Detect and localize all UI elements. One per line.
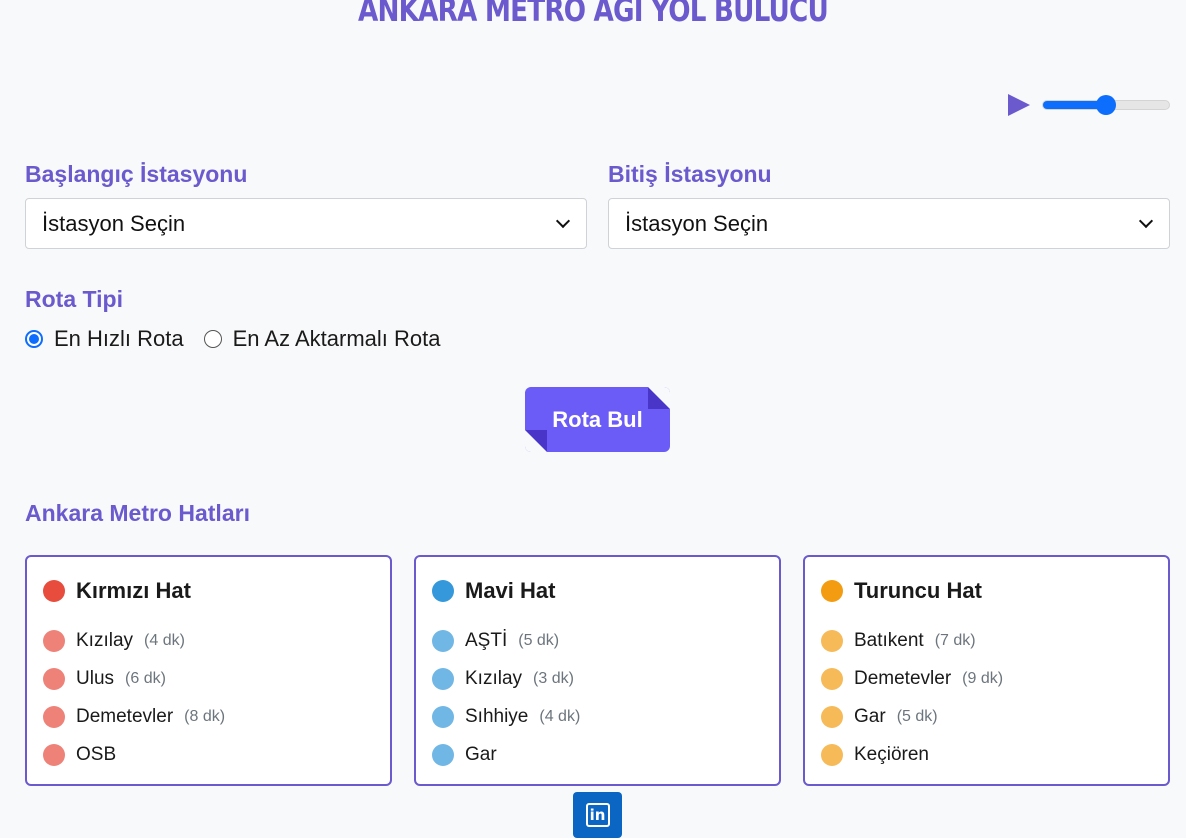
station-item: Sıhhiye (4 dk) xyxy=(432,698,779,736)
station-item: AŞTİ (5 dk) xyxy=(432,622,779,660)
station-time: (3 dk) xyxy=(533,670,574,687)
station-name: Kızılay xyxy=(465,668,523,689)
station-time: (5 dk) xyxy=(896,708,938,725)
station-dot xyxy=(821,630,843,652)
corner-fold xyxy=(648,387,670,409)
route-option-fewest-transfers[interactable]: En Az Aktarmalı Rota xyxy=(203,326,441,352)
line-header: Mavi Hat xyxy=(432,577,779,605)
station-dot xyxy=(821,668,843,690)
station-dot xyxy=(432,630,454,652)
line-header: Kırmızı Hat xyxy=(43,577,390,605)
line-color-dot xyxy=(432,580,454,602)
station-name: OSB xyxy=(76,744,117,765)
corner-fold xyxy=(525,430,547,452)
station-item: Kızılay (3 dk) xyxy=(432,660,779,698)
find-route-label: Rota Bul xyxy=(552,406,643,432)
station-item: OSB xyxy=(43,736,390,774)
station-dot xyxy=(43,668,65,690)
station-dot xyxy=(43,706,65,728)
metro-line-card: Turuncu Hat Batıkent (7 dk) Demetevler (9 dk… xyxy=(803,555,1170,786)
end-station-value: İstasyon Seçin xyxy=(625,210,769,236)
route-type-label: Rota Tipi xyxy=(25,286,123,312)
page-title: ANKARA METRO AĞI YOL BULUCU xyxy=(358,0,829,29)
line-name: Kırmızı Hat xyxy=(76,578,191,603)
station-name: Ulus xyxy=(76,668,115,689)
station-dot xyxy=(432,668,454,690)
station-time: (9 dk) xyxy=(962,670,1004,687)
station-time: (4 dk) xyxy=(144,632,185,649)
station-item: Batıkent (7 dk) xyxy=(821,622,1168,660)
station-list: Kızılay (4 dk) Ulus (6 dk) Demetevler (8 dk) O… xyxy=(43,622,390,774)
linkedin-icon: in xyxy=(585,803,610,827)
station-name: Gar xyxy=(465,744,497,765)
station-item: Ulus (6 dk) xyxy=(43,660,390,698)
station-name: Batıkent xyxy=(854,630,924,651)
station-item: Gar xyxy=(432,736,779,774)
station-item: Demetevler (9 dk) xyxy=(821,660,1168,698)
start-station-select[interactable]: İstasyon Seçin xyxy=(25,198,587,249)
station-time: (5 dk) xyxy=(518,632,560,649)
station-name: Gar xyxy=(854,706,886,727)
station-item: Kızılay (4 dk) xyxy=(43,622,390,660)
station-time: (7 dk) xyxy=(934,632,976,649)
station-item: Gar (5 dk) xyxy=(821,698,1168,736)
end-station-select[interactable]: İstasyon Seçin xyxy=(608,198,1170,249)
line-header: Turuncu Hat xyxy=(821,577,1168,605)
chevron-down-icon xyxy=(1138,213,1154,228)
station-dot xyxy=(432,744,454,766)
station-time: (6 dk) xyxy=(125,670,166,687)
station-name: Demetevler xyxy=(76,706,174,727)
station-item: Demetevler (8 dk) xyxy=(43,698,390,736)
route-type-options: En Hızlı Rota En Az Aktarmalı Rota xyxy=(25,326,460,352)
route-option-fastest[interactable]: En Hızlı Rota xyxy=(25,326,184,352)
play-icon[interactable] xyxy=(1008,94,1030,116)
line-color-dot xyxy=(43,580,65,602)
chevron-down-icon xyxy=(555,213,571,228)
station-name: Kızılay xyxy=(76,630,134,651)
metro-line-card: Mavi Hat AŞTİ (5 dk) Kızılay (3 dk) Sıhhiye (4… xyxy=(414,555,781,786)
station-item: Keçiören xyxy=(821,736,1168,774)
route-option-label: En Hızlı Rota xyxy=(54,326,184,351)
station-dot xyxy=(432,706,454,728)
radio-button[interactable] xyxy=(203,330,222,348)
station-time: (4 dk) xyxy=(539,708,581,725)
start-station-label: Başlangıç İstasyonu xyxy=(25,161,248,187)
line-name: Mavi Hat xyxy=(465,578,556,603)
radio-button[interactable] xyxy=(25,330,43,348)
station-dot xyxy=(821,706,843,728)
station-name: Sıhhiye xyxy=(465,706,529,727)
station-time: (8 dk) xyxy=(184,708,226,725)
end-station-label: Bitiş İstasyonu xyxy=(608,161,772,187)
volume-thumb[interactable] xyxy=(1096,95,1116,115)
station-name: Keçiören xyxy=(854,744,929,765)
station-dot xyxy=(43,630,65,652)
station-list: AŞTİ (5 dk) Kızılay (3 dk) Sıhhiye (4 dk) Gar xyxy=(432,622,779,774)
metro-lines-title: Ankara Metro Hatları xyxy=(25,500,250,526)
station-name: Demetevler xyxy=(854,668,952,689)
station-dot xyxy=(821,744,843,766)
find-route-button[interactable]: Rota Bul xyxy=(525,387,670,452)
linkedin-button[interactable]: in xyxy=(573,792,622,838)
volume-slider[interactable] xyxy=(1042,95,1170,115)
metro-line-card: Kırmızı Hat Kızılay (4 dk) Ulus (6 dk) Demete… xyxy=(25,555,392,786)
start-station-value: İstasyon Seçin xyxy=(42,210,186,236)
station-list: Batıkent (7 dk) Demetevler (9 dk) Gar (5 dk) K… xyxy=(821,622,1168,774)
station-name: AŞTİ xyxy=(465,630,508,651)
station-dot xyxy=(43,744,65,766)
line-color-dot xyxy=(821,580,843,602)
line-name: Turuncu Hat xyxy=(854,578,982,603)
audio-player xyxy=(1008,92,1170,120)
route-option-label: En Az Aktarmalı Rota xyxy=(232,326,441,351)
